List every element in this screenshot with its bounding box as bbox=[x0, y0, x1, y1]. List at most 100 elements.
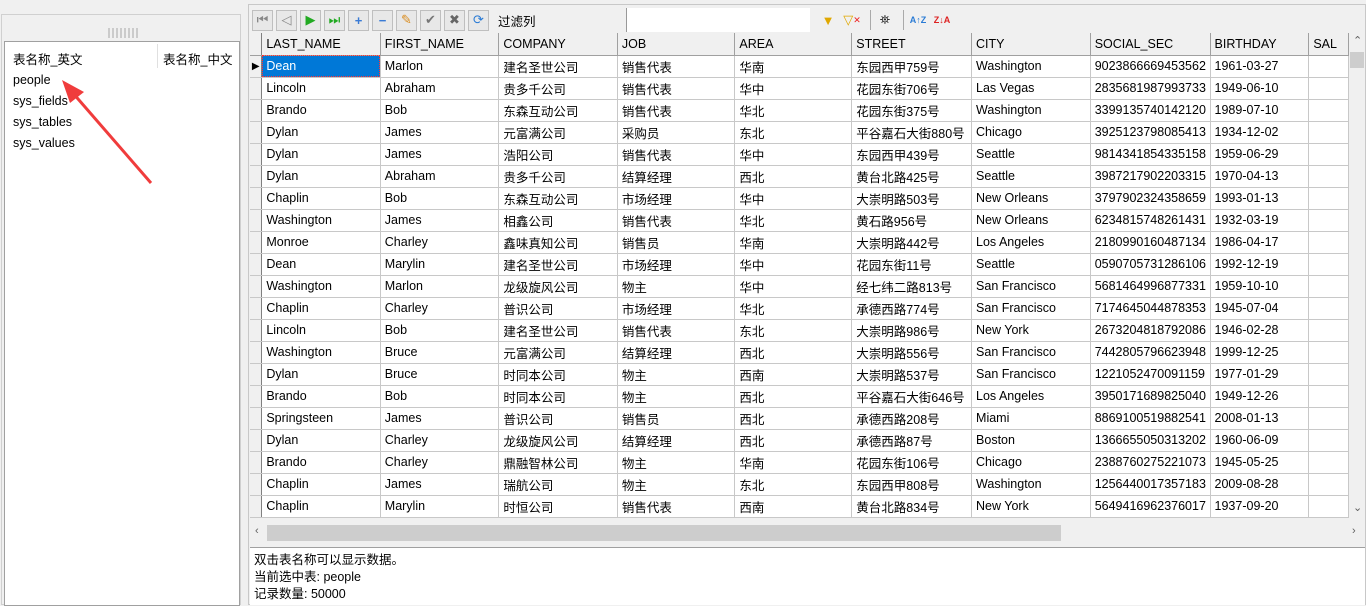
cell-sal[interactable] bbox=[1308, 385, 1349, 408]
cell-area[interactable]: 西南 bbox=[734, 495, 853, 518]
cell-area[interactable]: 华北 bbox=[734, 99, 853, 122]
cell-last-name[interactable]: Brando bbox=[261, 385, 381, 408]
row-indicator[interactable] bbox=[250, 385, 263, 408]
cell-city[interactable]: Seattle bbox=[971, 253, 1091, 276]
row-indicator[interactable] bbox=[250, 121, 263, 144]
cell-company[interactable]: 元富满公司 bbox=[498, 341, 618, 364]
cell-birthday[interactable]: 1945-07-04 bbox=[1210, 297, 1310, 320]
table-row[interactable]: Lincoln Abraham 贵多千公司 销售代表 华中 花园东街706号 Las Veg… bbox=[250, 77, 1349, 100]
cell-first-name[interactable]: Bob bbox=[380, 99, 500, 122]
cell-sal[interactable] bbox=[1308, 55, 1349, 78]
cell-social-sec[interactable]: 3797902324358659 bbox=[1090, 187, 1211, 210]
cell-social-sec[interactable]: 6234815748261431 bbox=[1090, 209, 1211, 232]
cell-last-name[interactable]: Monroe bbox=[261, 231, 381, 254]
table-row[interactable]: Monroe Charley 鑫味真知公司 销售员 华南 大崇明路442号 Los Ange… bbox=[250, 231, 1349, 254]
cell-sal[interactable] bbox=[1308, 165, 1349, 188]
cell-birthday[interactable]: 1993-01-13 bbox=[1210, 187, 1310, 210]
row-indicator[interactable] bbox=[250, 99, 263, 122]
cell-first-name[interactable]: Bruce bbox=[380, 363, 500, 386]
cell-company[interactable]: 贵多千公司 bbox=[498, 77, 618, 100]
cell-job[interactable]: 销售员 bbox=[617, 231, 736, 254]
cell-company[interactable]: 贵多千公司 bbox=[498, 165, 618, 188]
cell-last-name[interactable]: Brando bbox=[261, 451, 381, 474]
cell-company[interactable]: 鑫味真知公司 bbox=[498, 231, 618, 254]
cell-last-name[interactable]: Dylan bbox=[261, 143, 381, 166]
cell-social-sec[interactable]: 8869100519882541 bbox=[1090, 407, 1211, 430]
cell-street[interactable]: 东园西甲808号 bbox=[851, 473, 973, 496]
cell-area[interactable]: 华南 bbox=[734, 231, 853, 254]
scroll-right-icon[interactable]: › bbox=[1352, 525, 1356, 537]
cell-social-sec[interactable]: 7442805796623948 bbox=[1090, 341, 1211, 364]
cell-sal[interactable] bbox=[1308, 121, 1349, 144]
cell-street[interactable]: 花园东街11号 bbox=[851, 253, 973, 276]
cell-job[interactable]: 物主 bbox=[617, 385, 736, 408]
row-indicator[interactable] bbox=[250, 363, 263, 386]
scroll-down-icon[interactable]: ⌄ bbox=[1353, 501, 1362, 514]
cell-company[interactable]: 时恒公司 bbox=[498, 495, 618, 518]
cell-birthday[interactable]: 1949-06-10 bbox=[1210, 77, 1310, 100]
cell-street[interactable]: 大崇明路503号 bbox=[851, 187, 973, 210]
cell-job[interactable]: 销售代表 bbox=[617, 143, 736, 166]
cell-area[interactable]: 华中 bbox=[734, 77, 853, 100]
cell-first-name[interactable]: James bbox=[380, 209, 500, 232]
cell-birthday[interactable]: 1977-01-29 bbox=[1210, 363, 1310, 386]
cell-job[interactable]: 物主 bbox=[617, 473, 736, 496]
refresh-icon[interactable]: ⟳ bbox=[468, 9, 489, 31]
cell-job[interactable]: 物主 bbox=[617, 275, 736, 298]
column-header-city[interactable]: CITY bbox=[971, 33, 1091, 56]
cell-area[interactable]: 华中 bbox=[734, 143, 853, 166]
cell-first-name[interactable]: James bbox=[380, 121, 500, 144]
sort-ascending-icon[interactable]: A↑Z bbox=[908, 10, 928, 30]
cell-birthday[interactable]: 1949-12-26 bbox=[1210, 385, 1310, 408]
column-header-job[interactable]: JOB bbox=[617, 33, 736, 56]
cell-first-name[interactable]: Bob bbox=[380, 319, 500, 342]
row-indicator[interactable] bbox=[250, 429, 263, 452]
row-indicator[interactable] bbox=[250, 165, 263, 188]
column-header-street[interactable]: STREET bbox=[851, 33, 973, 56]
cell-company[interactable]: 鼎融智林公司 bbox=[498, 451, 618, 474]
cell-first-name[interactable]: Bob bbox=[380, 385, 500, 408]
cell-city[interactable]: Washington bbox=[971, 55, 1091, 78]
cell-last-name[interactable]: Dylan bbox=[261, 121, 381, 144]
cell-street[interactable]: 花园东街106号 bbox=[851, 451, 973, 474]
cell-last-name[interactable]: Dean bbox=[261, 55, 381, 78]
cell-area[interactable]: 西北 bbox=[734, 407, 853, 430]
cell-job[interactable]: 市场经理 bbox=[617, 297, 736, 320]
cell-social-sec[interactable]: 2835681987993733 bbox=[1090, 77, 1211, 100]
filter-icon[interactable]: ▼ bbox=[818, 10, 838, 30]
cell-company[interactable]: 东森互动公司 bbox=[498, 187, 618, 210]
cell-last-name[interactable]: Brando bbox=[261, 99, 381, 122]
cell-street[interactable]: 经七纬二路813号 bbox=[851, 275, 973, 298]
cell-first-name[interactable]: Bruce bbox=[380, 341, 500, 364]
cell-last-name[interactable]: Washington bbox=[261, 341, 381, 364]
cell-company[interactable]: 元富满公司 bbox=[498, 121, 618, 144]
cell-city[interactable]: San Francisco bbox=[971, 341, 1091, 364]
cell-area[interactable]: 华北 bbox=[734, 209, 853, 232]
cell-city[interactable]: San Francisco bbox=[971, 275, 1091, 298]
cell-last-name[interactable]: Chaplin bbox=[261, 187, 381, 210]
cell-first-name[interactable]: James bbox=[380, 143, 500, 166]
row-indicator[interactable] bbox=[250, 275, 263, 298]
cell-first-name[interactable]: Charley bbox=[380, 451, 500, 474]
table-row[interactable]: Lincoln Bob 建名圣世公司 销售代表 东北 大崇明路986号 New York 26… bbox=[250, 319, 1349, 342]
cell-sal[interactable] bbox=[1308, 363, 1349, 386]
cell-sal[interactable] bbox=[1308, 297, 1349, 320]
cell-street[interactable]: 黄石路956号 bbox=[851, 209, 973, 232]
cell-social-sec[interactable]: 7174645044878353 bbox=[1090, 297, 1211, 320]
cell-birthday[interactable]: 1970-04-13 bbox=[1210, 165, 1310, 188]
cell-sal[interactable] bbox=[1308, 231, 1349, 254]
row-indicator[interactable] bbox=[250, 143, 263, 166]
cell-street[interactable]: 大崇明路537号 bbox=[851, 363, 973, 386]
cell-social-sec[interactable]: 3987217902203315 bbox=[1090, 165, 1211, 188]
cell-last-name[interactable]: Dylan bbox=[261, 429, 381, 452]
column-header-social-sec[interactable]: SOCIAL_SEC bbox=[1090, 33, 1211, 56]
cell-job[interactable]: 销售代表 bbox=[617, 495, 736, 518]
cell-birthday[interactable]: 1986-04-17 bbox=[1210, 231, 1310, 254]
cell-sal[interactable] bbox=[1308, 99, 1349, 122]
edit-record-icon[interactable]: ✎ bbox=[396, 9, 417, 31]
row-indicator[interactable] bbox=[250, 231, 263, 254]
cell-birthday[interactable]: 1937-09-20 bbox=[1210, 495, 1310, 518]
cell-first-name[interactable]: James bbox=[380, 407, 500, 430]
current-row-indicator-icon[interactable]: ▶ bbox=[250, 55, 263, 78]
cell-job[interactable]: 物主 bbox=[617, 363, 736, 386]
